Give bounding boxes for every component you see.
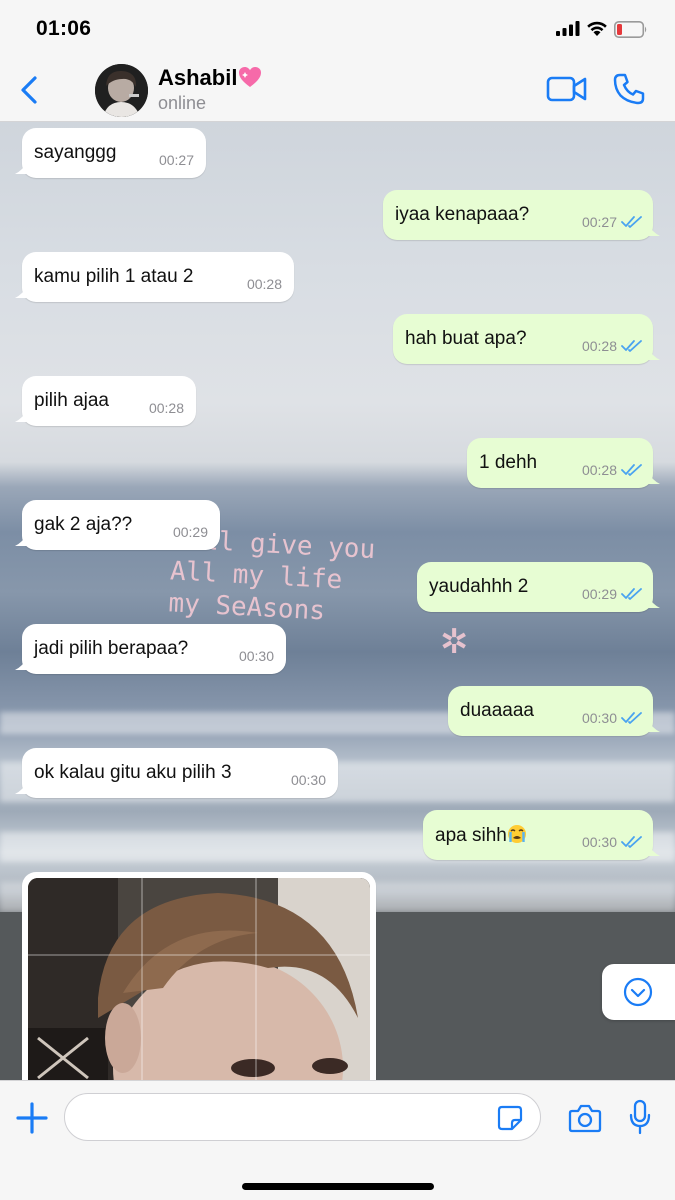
message-text-content: apa sihh [435, 825, 507, 846]
incoming-message[interactable]: jadi pilih berapaa? 00:30 [15, 624, 286, 674]
incoming-message[interactable]: sayanggg 00:27 [15, 128, 206, 178]
battery-icon [614, 21, 647, 38]
message-text: kamu pilih 1 atau 2 [34, 266, 194, 287]
home-indicator [242, 1183, 434, 1190]
message-time: 00:30 [238, 648, 274, 664]
wifi-icon [587, 21, 607, 36]
message-text: duaaaaa [460, 700, 534, 721]
message-time: 00:27 [581, 214, 617, 230]
message-time: 00:30 [581, 710, 617, 726]
photo-attachment[interactable] [28, 878, 370, 1080]
message-time: 00:28 [148, 400, 184, 416]
sticker-button[interactable] [497, 1105, 523, 1131]
chat-header: Ashabil online [0, 58, 675, 122]
message-time: 00:29 [172, 524, 208, 540]
read-receipt-icon [621, 340, 642, 352]
message-text: ok kalau gitu aku pilih 3 [34, 762, 232, 783]
message-text: apa sihh [435, 824, 527, 847]
read-receipt-icon [621, 464, 642, 476]
voice-call-button[interactable] [612, 72, 646, 106]
read-receipt-icon [621, 216, 642, 228]
outgoing-message[interactable]: 1 dehh 00:28 [467, 438, 660, 488]
outgoing-message[interactable]: iyaa kenapaaa? 00:27 [383, 190, 660, 240]
read-receipt-icon [621, 836, 642, 848]
read-receipt-icon [621, 588, 642, 600]
chat-area[interactable]: I'll give you All my life my SeAsons ✲ s… [0, 122, 675, 1080]
status-time: 01:06 [36, 17, 92, 40]
message-text: 1 dehh [479, 452, 538, 473]
outgoing-message[interactable]: duaaaaa 00:30 [448, 686, 660, 736]
video-call-button[interactable] [546, 74, 588, 104]
message-time: 00:27 [158, 152, 194, 168]
outgoing-message[interactable]: apa sihh 00:30 [423, 810, 660, 860]
message-input[interactable] [64, 1093, 541, 1141]
message-text: sayanggg [34, 142, 117, 163]
incoming-message[interactable]: gak 2 aja?? 00:29 [15, 500, 220, 550]
message-text: jadi pilih berapaa? [34, 638, 189, 659]
contact-online-status: online [158, 93, 207, 113]
outgoing-message[interactable]: hah buat apa? 00:28 [393, 314, 660, 364]
sparkling-heart-icon [239, 67, 262, 87]
microphone-button[interactable] [628, 1099, 652, 1135]
message-time: 00:29 [581, 586, 617, 602]
back-button[interactable] [16, 74, 44, 106]
message-text: iyaa kenapaaa? [395, 204, 530, 225]
message-time: 00:28 [581, 462, 617, 478]
cellular-signal-icon [556, 21, 580, 36]
attach-plus-button[interactable] [15, 1101, 49, 1135]
loudly-crying-face-icon [507, 825, 526, 843]
outgoing-message[interactable]: yaudahhh 2 00:29 [417, 562, 660, 612]
message-time: 00:28 [246, 276, 282, 292]
scroll-to-bottom-button[interactable] [602, 964, 675, 1020]
contact-avatar[interactable] [95, 64, 148, 117]
message-time: 00:30 [581, 834, 617, 850]
wallpaper-star-doodle: ✲ [440, 623, 469, 661]
chevron-down-circle-icon [623, 977, 653, 1007]
message-time: 00:28 [581, 338, 617, 354]
read-receipt-icon [621, 712, 642, 724]
message-text: gak 2 aja?? [34, 514, 133, 535]
incoming-message[interactable]: ok kalau gitu aku pilih 3 00:30 [15, 748, 338, 798]
status-bar: 01:06 [0, 0, 675, 58]
contact-name[interactable]: Ashabil [158, 65, 262, 91]
message-text: pilih ajaa [34, 390, 109, 411]
message-text: hah buat apa? [405, 328, 527, 349]
incoming-message[interactable]: kamu pilih 1 atau 2 00:28 [15, 252, 294, 302]
contact-name-text: Ashabil [158, 65, 238, 90]
incoming-message[interactable]: pilih ajaa 00:28 [15, 376, 196, 426]
message-input-bar [0, 1080, 675, 1200]
message-text: yaudahhh 2 [429, 576, 529, 597]
message-time: 00:30 [290, 772, 326, 788]
camera-button[interactable] [568, 1103, 602, 1133]
incoming-photo-message[interactable] [22, 872, 376, 1080]
